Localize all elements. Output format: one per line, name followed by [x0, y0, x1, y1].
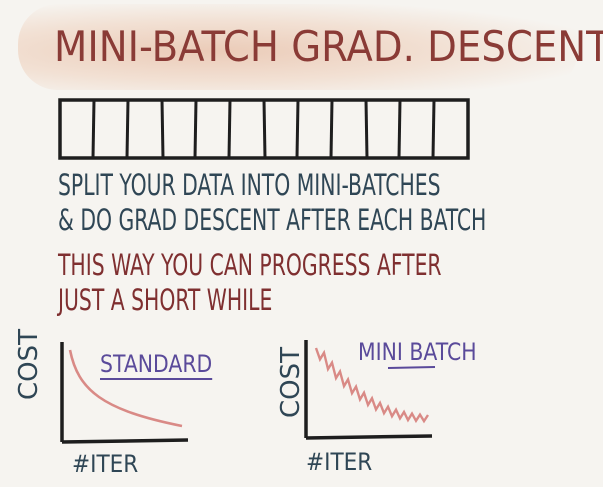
batch-divider [160, 99, 165, 159]
standard-ylabel: COST [14, 328, 44, 400]
batch-divider [91, 99, 96, 159]
minibatch-ylabel: COST [276, 346, 306, 418]
batch-divider [125, 99, 130, 159]
batch-divider [397, 99, 402, 159]
batch-divider [295, 99, 300, 159]
batch-divider [364, 99, 369, 159]
minibatch-label: MINI BATCH [358, 338, 477, 366]
batch-divider [329, 99, 334, 159]
text-line-3: THIS WAY YOU CAN PROGRESS AFTER [58, 248, 442, 282]
standard-label: STANDARD [100, 350, 213, 380]
batch-divider [193, 99, 198, 159]
text-line-2: & DO GRAD DESCENT AFTER EACH BATCH [58, 203, 487, 237]
batch-divider [262, 99, 267, 159]
batch-divider [431, 99, 436, 159]
standard-xlabel: #ITER [72, 450, 139, 478]
minibatch-x-axis [305, 434, 433, 440]
text-line-1: SPLIT YOUR DATA INTO MINI-BATCHES [58, 168, 441, 202]
text-line-4: JUST A SHORT WHILE [58, 283, 273, 317]
minibatch-xlabel: #ITER [306, 448, 373, 476]
minibatch-chart: COST MINI BATCH #ITER [270, 330, 490, 480]
batch-divider [227, 99, 232, 159]
data-batch-strip [58, 98, 470, 160]
minibatch-label-text: MINI BATCH [358, 338, 477, 366]
standard-chart: COST STANDARD #ITER [14, 329, 222, 480]
page-title: MINI-BATCH GRAD. DESCENT [54, 22, 603, 71]
standard-x-axis [61, 438, 189, 444]
